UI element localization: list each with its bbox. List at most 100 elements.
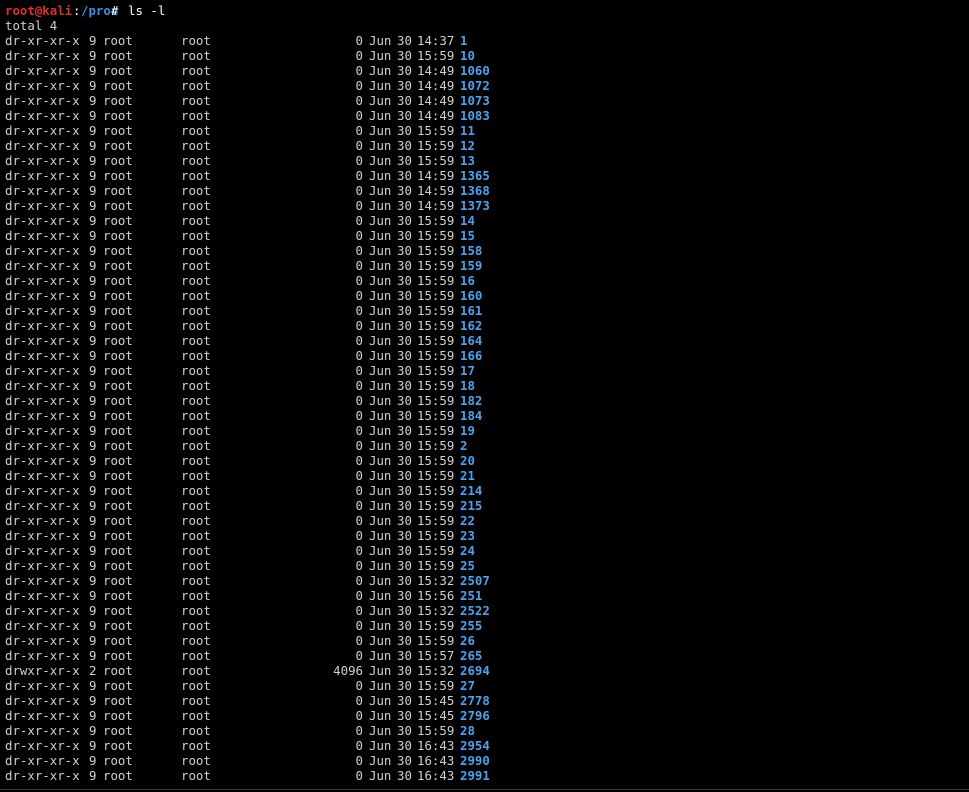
- entry-month: Jun: [369, 33, 392, 48]
- entry-dir-name: 1072: [460, 78, 490, 93]
- entry-owner: root: [103, 213, 133, 228]
- entry-permissions: dr-xr-xr-x: [5, 483, 80, 498]
- entry-size: 0: [355, 138, 363, 153]
- entry-permissions: dr-xr-xr-x: [5, 153, 80, 168]
- entry-permissions: dr-xr-xr-x: [5, 378, 80, 393]
- entry-month: Jun: [369, 78, 392, 93]
- entry-permissions: dr-xr-xr-x: [5, 573, 80, 588]
- entry-size: 0: [355, 393, 363, 408]
- entry-month: Jun: [369, 213, 392, 228]
- entry-time: 15:32: [417, 573, 455, 588]
- entry-dir-name: 1073: [460, 93, 490, 108]
- entry-link-count: 9: [89, 243, 97, 258]
- entry-link-count: 9: [89, 678, 97, 693]
- entry-owner: root: [103, 468, 133, 483]
- entry-month: Jun: [369, 438, 392, 453]
- entry-day: 30: [397, 693, 412, 708]
- entry-permissions: dr-xr-xr-x: [5, 108, 80, 123]
- entry-owner: root: [103, 723, 133, 738]
- entry-day: 30: [397, 753, 412, 768]
- entry-group: root: [181, 423, 211, 438]
- entry-day: 30: [397, 138, 412, 153]
- entry-month: Jun: [369, 663, 392, 678]
- entry-group: root: [181, 678, 211, 693]
- entry-dir-name: 215: [460, 498, 483, 513]
- entry-owner: root: [103, 108, 133, 123]
- entry-day: 30: [397, 438, 412, 453]
- entry-day: 30: [397, 543, 412, 558]
- entry-dir-name: 12: [460, 138, 475, 153]
- entry-time: 15:59: [417, 153, 455, 168]
- entry-permissions: dr-xr-xr-x: [5, 498, 80, 513]
- entry-month: Jun: [369, 723, 392, 738]
- entry-permissions: dr-xr-xr-x: [5, 768, 80, 783]
- entry-owner: root: [103, 708, 133, 723]
- entry-owner: root: [103, 528, 133, 543]
- entry-permissions: dr-xr-xr-x: [5, 213, 80, 228]
- entry-day: 30: [397, 228, 412, 243]
- entry-owner: root: [103, 183, 133, 198]
- entry-owner: root: [103, 333, 133, 348]
- entry-day: 30: [397, 318, 412, 333]
- entry-size: 0: [355, 633, 363, 648]
- entry-day: 30: [397, 723, 412, 738]
- entry-day: 30: [397, 243, 412, 258]
- entry-month: Jun: [369, 708, 392, 723]
- entry-permissions: dr-xr-xr-x: [5, 123, 80, 138]
- entry-month: Jun: [369, 543, 392, 558]
- entry-dir-name: 251: [460, 588, 483, 603]
- entry-dir-name: 160: [460, 288, 483, 303]
- entry-dir-name: 27: [460, 678, 475, 693]
- terminal-window[interactable]: root@kali : /proc # ls -l total 4 dr-xr-…: [0, 0, 969, 788]
- entry-link-count: 9: [89, 318, 97, 333]
- entry-time: 15:59: [417, 378, 455, 393]
- entry-group: root: [181, 228, 211, 243]
- entry-dir-name: 13: [460, 153, 475, 168]
- entry-permissions: dr-xr-xr-x: [5, 468, 80, 483]
- entry-dir-name: 16: [460, 273, 475, 288]
- entry-day: 30: [397, 153, 412, 168]
- entry-owner: root: [103, 423, 133, 438]
- entry-group: root: [181, 588, 211, 603]
- entry-month: Jun: [369, 408, 392, 423]
- entry-dir-name: 2991: [460, 768, 490, 783]
- entry-permissions: dr-xr-xr-x: [5, 708, 80, 723]
- entry-month: Jun: [369, 48, 392, 63]
- entry-owner: root: [103, 273, 133, 288]
- entry-day: 30: [397, 408, 412, 423]
- entry-permissions: dr-xr-xr-x: [5, 333, 80, 348]
- entry-time: 15:59: [417, 393, 455, 408]
- entry-size: 0: [355, 258, 363, 273]
- entry-dir-name: 10: [460, 48, 475, 63]
- entry-group: root: [181, 273, 211, 288]
- entry-link-count: 9: [89, 198, 97, 213]
- entry-permissions: dr-xr-xr-x: [5, 183, 80, 198]
- entry-group: root: [181, 483, 211, 498]
- entry-month: Jun: [369, 93, 392, 108]
- entry-time: 14:59: [417, 198, 455, 213]
- entry-link-count: 9: [89, 78, 97, 93]
- entry-size: 0: [355, 543, 363, 558]
- entry-group: root: [181, 393, 211, 408]
- entry-permissions: dr-xr-xr-x: [5, 288, 80, 303]
- entry-day: 30: [397, 273, 412, 288]
- entry-day: 30: [397, 168, 412, 183]
- entry-size: 0: [355, 513, 363, 528]
- entry-day: 30: [397, 483, 412, 498]
- entry-month: Jun: [369, 243, 392, 258]
- entry-time: 15:45: [417, 693, 455, 708]
- entry-group: root: [181, 513, 211, 528]
- entry-group: root: [181, 708, 211, 723]
- entry-time: 15:45: [417, 708, 455, 723]
- entry-size: 0: [355, 318, 363, 333]
- entry-owner: root: [103, 198, 133, 213]
- entry-permissions: dr-xr-xr-x: [5, 138, 80, 153]
- entry-owner: root: [103, 78, 133, 93]
- entry-link-count: 9: [89, 423, 97, 438]
- entry-owner: root: [103, 648, 133, 663]
- entry-day: 30: [397, 348, 412, 363]
- entry-month: Jun: [369, 393, 392, 408]
- entry-owner: root: [103, 768, 133, 783]
- entry-permissions: dr-xr-xr-x: [5, 618, 80, 633]
- entry-time: 15:59: [417, 423, 455, 438]
